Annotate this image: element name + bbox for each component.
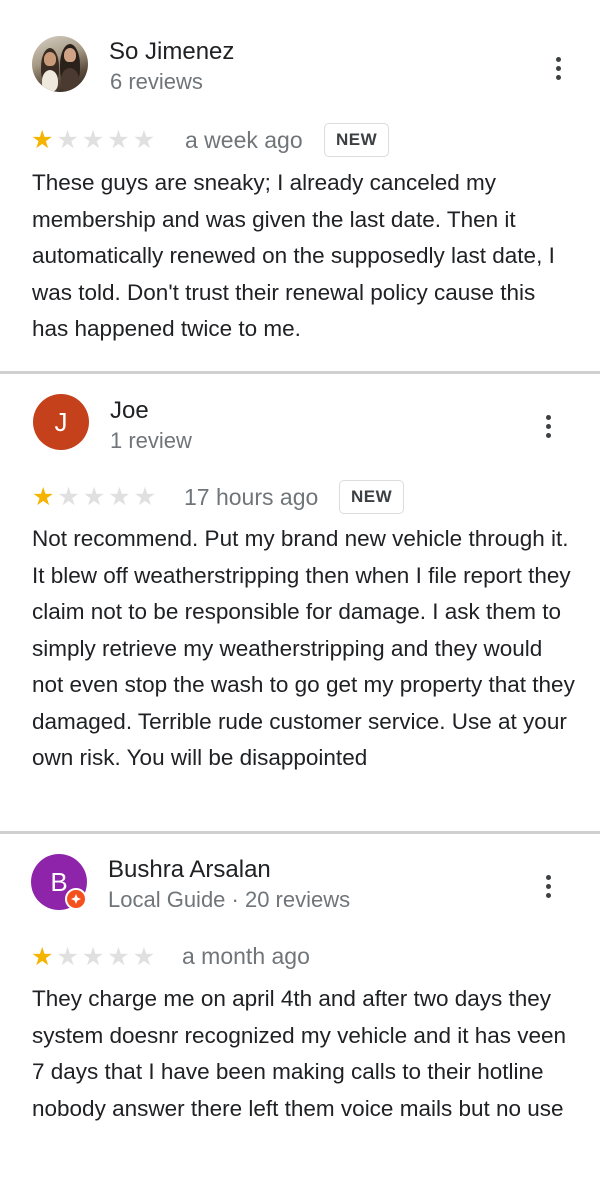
review-card: So Jimenez 6 reviews ★ ★ ★ ★ ★ a week ag… <box>0 0 600 371</box>
star-icon: ★ <box>133 483 157 511</box>
star-icon: ★ <box>107 126 130 154</box>
star-icon: ★ <box>57 483 80 511</box>
review-date: a week ago <box>185 127 303 153</box>
avatar[interactable]: J <box>33 394 89 450</box>
local-guide-badge-icon <box>65 888 87 910</box>
new-badge: NEW <box>339 480 405 514</box>
star-icon: ★ <box>108 483 131 511</box>
more-vert-icon[interactable] <box>548 53 568 83</box>
avatar[interactable] <box>32 36 88 92</box>
review-text: They charge me on april 4th and after tw… <box>32 986 567 1121</box>
review-date: 17 hours ago <box>184 484 319 510</box>
star-icon: ★ <box>81 126 105 154</box>
reviewer-name[interactable]: Bushra Arsalan <box>108 856 271 884</box>
star-icon: ★ <box>31 126 54 154</box>
star-icon: ★ <box>56 126 79 154</box>
more-vert-icon[interactable] <box>538 411 558 441</box>
star-rating: ★ ★ ★ ★ ★ <box>31 128 155 153</box>
star-icon: ★ <box>81 943 105 971</box>
star-icon: ★ <box>82 483 106 511</box>
star-icon: ★ <box>32 483 55 511</box>
reviewer-meta[interactable]: Local Guide · 20 reviews <box>108 887 350 913</box>
new-badge: NEW <box>324 123 390 157</box>
review-text: These guys are sneaky; I already cancele… <box>32 170 555 341</box>
reviewer-meta[interactable]: 1 review <box>110 428 192 454</box>
reviewer-name[interactable]: Joe <box>110 397 149 425</box>
review-card: J Joe 1 review ★ ★ ★ ★ ★ 17 hours ago NE… <box>0 374 600 831</box>
reviewer-name[interactable]: So Jimenez <box>109 38 234 66</box>
review-text: Not recommend. Put my brand new vehicle … <box>32 526 575 770</box>
star-icon: ★ <box>107 943 130 971</box>
star-icon: ★ <box>132 943 156 971</box>
review-date: a month ago <box>182 943 310 969</box>
star-rating: ★ ★ ★ ★ ★ <box>32 485 156 510</box>
reviewer-meta[interactable]: 6 reviews <box>110 69 203 95</box>
more-vert-icon[interactable] <box>538 871 558 901</box>
star-icon: ★ <box>132 126 156 154</box>
star-icon: ★ <box>56 943 79 971</box>
star-rating: ★ ★ ★ ★ ★ <box>31 945 155 970</box>
star-icon: ★ <box>31 943 54 971</box>
review-card: B Bushra Arsalan Local Guide · 20 review… <box>0 834 600 1187</box>
